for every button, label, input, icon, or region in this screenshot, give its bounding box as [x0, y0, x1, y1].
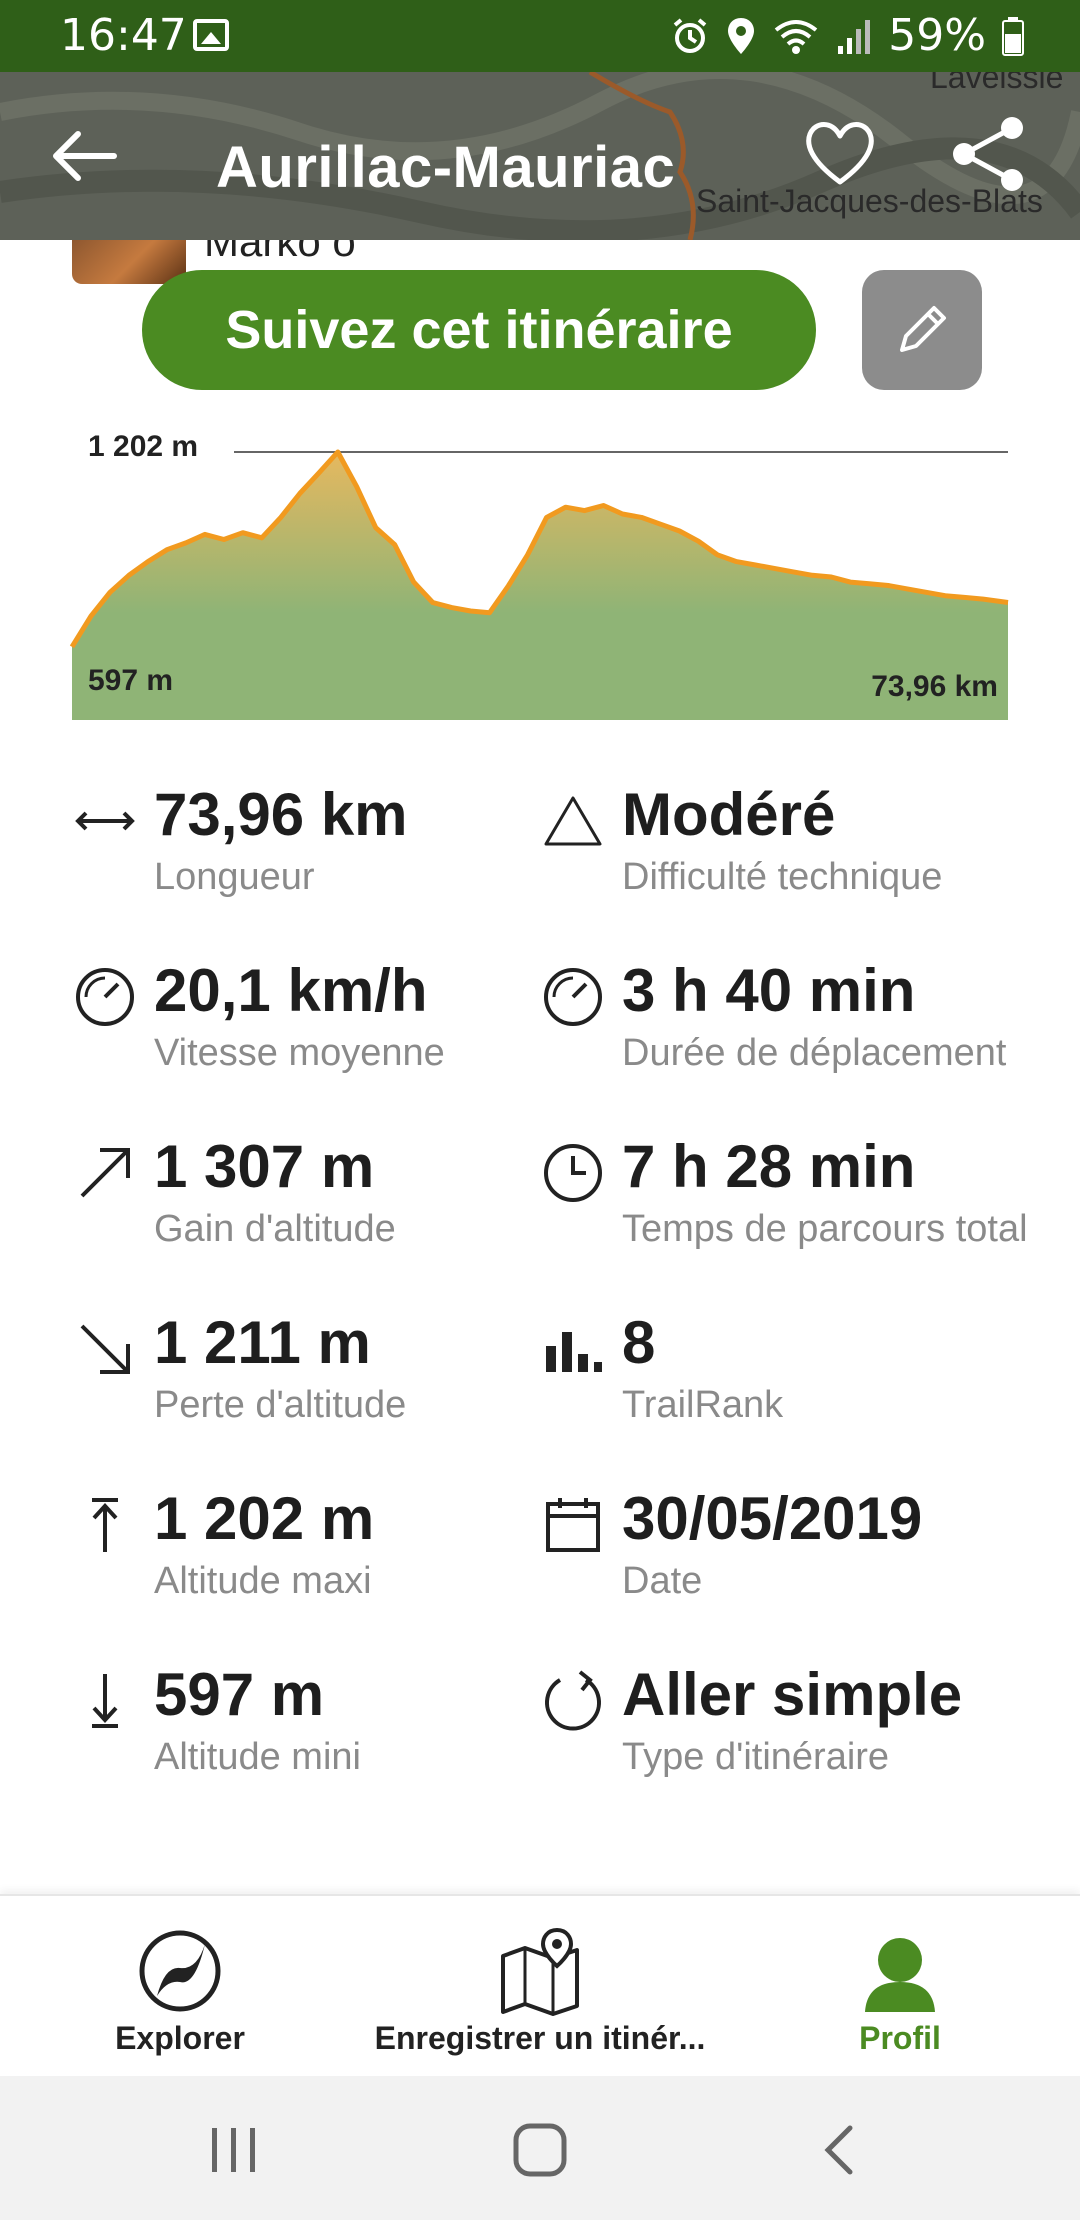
stat-value: 1 211 m — [154, 1309, 371, 1376]
stat-moving-time: 3 h 40 min Durée de déplacement — [540, 956, 1010, 1086]
stat-value: 30/05/2019 — [622, 1485, 923, 1552]
route-type-icon — [545, 1670, 601, 1731]
stat-label: Perte d'altitude — [154, 1384, 407, 1426]
page-title: Aurillac-Mauriac — [216, 135, 676, 200]
nav-profile[interactable]: Profil — [800, 1896, 1000, 2078]
gallery-notification-icon — [193, 19, 229, 51]
trailrank-icon — [546, 1332, 602, 1372]
speed-icon — [76, 968, 134, 1026]
stat-label: Altitude maxi — [154, 1560, 372, 1602]
stat-value: 73,96 km — [154, 781, 408, 848]
route-details: Marko o Suivez cet itinéraire 1 202 m 59… — [0, 240, 1080, 1890]
home-icon[interactable] — [510, 2120, 570, 2180]
min-altitude-icon — [92, 1674, 118, 1728]
follow-trail-button[interactable]: Suivez cet itinéraire — [142, 270, 816, 390]
nav-explorer[interactable]: Explorer — [80, 1896, 280, 2078]
stat-label: Vitesse moyenne — [154, 1032, 445, 1074]
stat-value: 1 307 m — [154, 1133, 375, 1200]
battery-percentage: 59% — [888, 10, 986, 61]
stat-value: 1 202 m — [154, 1485, 375, 1552]
stat-label: Durée de déplacement — [622, 1032, 1007, 1074]
elevation-loss-icon — [80, 1324, 130, 1374]
stat-label: Temps de parcours total — [622, 1208, 1028, 1250]
stat-difficulty: Modéré Difficulté technique — [540, 780, 1010, 910]
stat-label: Gain d'altitude — [154, 1208, 396, 1250]
stat-label: Difficulté technique — [622, 856, 943, 898]
stat-route-type: Aller simple Type d'itinéraire — [540, 1660, 1010, 1790]
stat-label: TrailRank — [622, 1384, 784, 1426]
stat-value: 20,1 km/h — [154, 957, 428, 1024]
nav-label: Enregistrer un itinér... — [374, 2020, 706, 2056]
elevation-profile-svg — [69, 449, 1009, 720]
stat-trailrank: 8 TrailRank — [540, 1308, 1010, 1438]
author-name[interactable]: Marko o — [204, 240, 356, 266]
clock-icon — [544, 1144, 602, 1202]
max-altitude-label: 1 202 m — [88, 430, 199, 463]
wifi-icon — [774, 19, 818, 54]
stat-elevation-gain: 1 307 m Gain d'altitude — [72, 1132, 532, 1262]
elevation-gain-icon — [80, 1148, 130, 1198]
stat-total-time: 7 h 28 min Temps de parcours total — [540, 1132, 1028, 1262]
max-altitude-icon — [92, 1498, 118, 1552]
status-bar: 16:47 59% — [0, 0, 1080, 72]
edit-button[interactable] — [862, 270, 982, 390]
route-header: Laveissie Saint-Jacques-des-Blats Aurill… — [0, 72, 1080, 240]
share-icon[interactable] — [946, 112, 1030, 196]
difficulty-icon — [544, 796, 602, 846]
stat-label: Longueur — [154, 856, 315, 898]
favorite-heart-icon[interactable] — [800, 112, 880, 192]
nav-label: Profil — [859, 2020, 941, 2056]
profile-icon — [865, 1938, 935, 2012]
nav-label: Explorer — [115, 2020, 245, 2056]
stat-max-altitude: 1 202 m Altitude maxi — [72, 1484, 532, 1614]
stat-value: Aller simple — [622, 1661, 963, 1728]
battery-icon — [1002, 16, 1024, 56]
min-altitude-label: 597 m — [88, 664, 174, 697]
back-icon[interactable] — [812, 2120, 872, 2180]
distance-icon — [75, 811, 135, 831]
status-time: 16:47 — [60, 10, 187, 61]
pencil-icon — [900, 306, 946, 352]
calendar-icon — [546, 1498, 600, 1552]
stat-avg-speed: 20,1 km/h Vitesse moyenne — [72, 956, 532, 1086]
system-navigation-bar — [0, 2076, 1080, 2220]
stat-label: Date — [622, 1560, 703, 1602]
recent-apps-icon[interactable] — [204, 2120, 264, 2180]
moving-time-icon — [544, 968, 602, 1026]
back-arrow-icon[interactable] — [44, 116, 124, 196]
nav-record-trail[interactable]: Enregistrer un itinér... — [360, 1896, 720, 2078]
map-label-laveissie: Laveissie — [930, 72, 1063, 95]
alarm-icon — [673, 17, 707, 53]
stat-label: Altitude mini — [154, 1736, 361, 1778]
elevation-chart: 1 202 m 597 m 73,96 km — [69, 400, 1009, 720]
signal-icon — [838, 19, 871, 54]
author-avatar[interactable] — [72, 240, 186, 284]
stat-elevation-loss: 1 211 m Perte d'altitude — [72, 1308, 532, 1438]
stat-value: 597 m — [154, 1661, 325, 1728]
stat-date: 30/05/2019 Date — [540, 1484, 1010, 1614]
stat-value: Modéré — [622, 781, 836, 848]
explorer-icon — [139, 1930, 221, 2012]
stat-length: 73,96 km Longueur — [72, 780, 532, 910]
stat-label: Type d'itinéraire — [622, 1736, 890, 1778]
record-trail-icon — [501, 1927, 579, 2016]
bottom-navigation: Explorer Enregistrer un itinér... Profil — [0, 1894, 1080, 2076]
location-icon — [728, 17, 755, 54]
stat-value: 3 h 40 min — [622, 957, 916, 1024]
stat-value: 7 h 28 min — [622, 1133, 916, 1200]
stat-value: 8 — [622, 1309, 656, 1376]
status-icons: 59% — [670, 10, 1024, 61]
distance-label: 73,96 km — [871, 670, 998, 703]
stat-min-altitude: 597 m Altitude mini — [72, 1660, 532, 1790]
